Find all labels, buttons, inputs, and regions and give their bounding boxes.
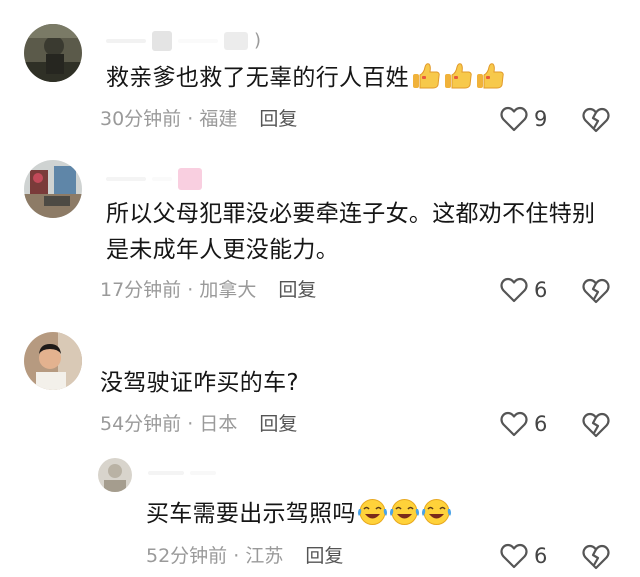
thumbs-up-icon: [410, 61, 441, 102]
heart-icon: [500, 543, 528, 569]
like-count: 6: [534, 412, 548, 436]
comment-meta: 30分钟前 · 福建 回复: [100, 107, 297, 131]
comment-meta: 54分钟前 · 日本 回复: [100, 412, 297, 436]
username-redacted[interactable]: ): [106, 30, 261, 52]
broken-heart-icon: [582, 412, 610, 438]
reply-button[interactable]: 回复: [278, 279, 316, 301]
like-count: 6: [534, 278, 548, 302]
laughing-crying-face-icon: [357, 497, 388, 538]
comment-meta: 17分钟前 · 加拿大 回复: [100, 278, 316, 302]
like-button[interactable]: 9: [500, 106, 547, 132]
thumbs-up-icon: [442, 61, 473, 102]
username-redacted[interactable]: [106, 168, 202, 190]
location: 福建: [199, 108, 238, 130]
like-count: 9: [534, 107, 548, 131]
comment-text: 救亲爹也救了无辜的行人百姓: [106, 60, 505, 102]
reply-button[interactable]: 回复: [305, 545, 343, 567]
comment-text-line: 所以父母犯罪没必要牵连子女。这都劝不住特别: [106, 201, 596, 227]
timestamp: 30分钟前: [100, 108, 182, 130]
dislike-button[interactable]: [582, 278, 610, 308]
like-button[interactable]: 6: [500, 543, 547, 569]
comment-text-line: 是未成年人更没能力。: [106, 237, 339, 263]
comment-text: 买车需要出示驾照吗: [146, 496, 452, 538]
dislike-button[interactable]: [582, 544, 610, 574]
avatar[interactable]: [98, 458, 132, 492]
like-button[interactable]: 6: [500, 277, 547, 303]
like-count: 6: [534, 544, 548, 568]
avatar[interactable]: [24, 24, 82, 82]
timestamp: 52分钟前: [146, 545, 228, 567]
like-button[interactable]: 6: [500, 411, 547, 437]
comment-text: 所以父母犯罪没必要牵连子女。这都劝不住特别 是未成年人更没能力。: [106, 196, 626, 268]
meta-separator: ·: [181, 279, 200, 301]
heart-icon: [500, 277, 528, 303]
laughing-crying-face-icon: [389, 497, 420, 538]
reply-button[interactable]: 回复: [259, 108, 297, 130]
broken-heart-icon: [582, 544, 610, 570]
broken-heart-icon: [582, 278, 610, 304]
meta-separator: ·: [181, 413, 200, 435]
dislike-button[interactable]: [582, 107, 610, 137]
timestamp: 54分钟前: [100, 413, 182, 435]
comment-meta: 52分钟前 · 江苏 回复: [146, 544, 343, 568]
meta-separator: ·: [181, 108, 200, 130]
comment-text: 没驾驶证咋买的车?: [100, 370, 299, 396]
broken-heart-icon: [582, 107, 610, 133]
heart-icon: [500, 106, 528, 132]
location: 加拿大: [199, 279, 257, 301]
timestamp: 17分钟前: [100, 279, 182, 301]
laughing-crying-face-icon: [421, 497, 452, 538]
username-redacted[interactable]: [148, 462, 216, 484]
location: 江苏: [245, 545, 284, 567]
reply-button[interactable]: 回复: [259, 413, 297, 435]
avatar[interactable]: [24, 160, 82, 218]
thumbs-up-icon: [474, 61, 505, 102]
username-suffix: ): [254, 30, 262, 51]
meta-separator: ·: [227, 545, 246, 567]
heart-icon: [500, 411, 528, 437]
avatar[interactable]: [24, 332, 82, 390]
location: 日本: [199, 413, 238, 435]
dislike-button[interactable]: [582, 412, 610, 442]
